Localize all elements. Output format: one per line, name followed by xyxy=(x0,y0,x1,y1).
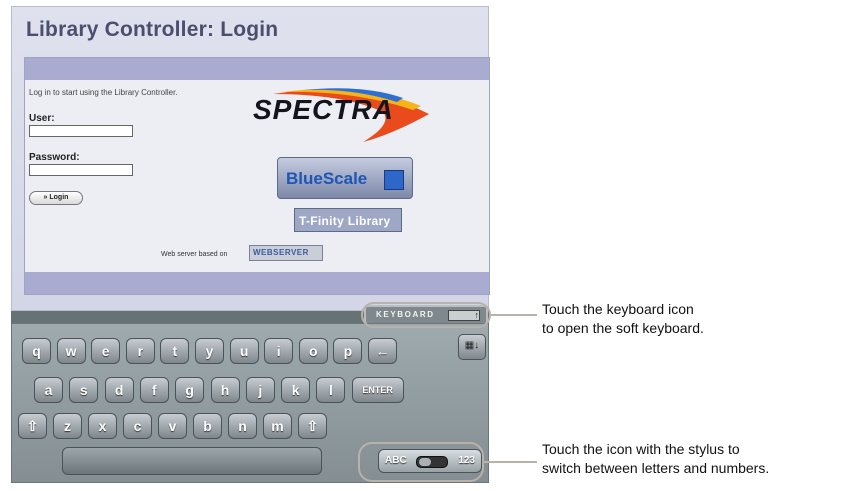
keyboard-callout-line xyxy=(491,314,537,316)
spectra-logo: SPECTRA xyxy=(243,84,433,144)
key-t[interactable]: t xyxy=(160,338,190,364)
spacebar-key[interactable] xyxy=(62,447,322,475)
tfinity-logo: T-Finity Library xyxy=(294,208,402,232)
webserver-caption: Web server based on xyxy=(161,251,228,258)
key-c[interactable]: c xyxy=(123,413,152,439)
mode-callout-line-1: Touch the icon with the stylus to xyxy=(542,441,740,457)
user-label: User: xyxy=(29,113,55,124)
key-r[interactable]: r xyxy=(125,338,155,364)
user-input[interactable] xyxy=(29,125,133,137)
webserver-logo: WEBSERVER xyxy=(249,245,323,261)
key-k[interactable]: k xyxy=(281,377,311,403)
key-s[interactable]: s xyxy=(69,377,99,403)
key-n[interactable]: n xyxy=(228,413,257,439)
tfinity-wordmark: T-Finity Library xyxy=(299,214,391,228)
key-enter[interactable]: ENTER xyxy=(351,377,404,403)
key-l[interactable]: l xyxy=(316,377,346,403)
key-u[interactable]: u xyxy=(229,338,259,364)
hide-keyboard-icon[interactable]: ▦↓ xyxy=(458,334,486,360)
key-g[interactable]: g xyxy=(175,377,205,403)
key-w[interactable]: w xyxy=(56,338,86,364)
mode-callout-line xyxy=(484,461,537,463)
page-title: Library Controller: Login xyxy=(26,18,279,41)
key-f[interactable]: f xyxy=(139,377,169,403)
keyboard-callout-ring xyxy=(361,302,491,328)
key-v[interactable]: v xyxy=(158,413,187,439)
key-q[interactable]: q xyxy=(22,338,51,364)
bluescale-logo: BlueScale xyxy=(277,157,413,199)
key-m[interactable]: m xyxy=(263,413,292,439)
key-shift[interactable]: ⇧ xyxy=(298,413,327,439)
panel-footer-bar xyxy=(25,272,489,294)
mode-callout-line-2: switch between letters and numbers. xyxy=(542,460,770,476)
key-p[interactable]: p xyxy=(333,338,363,364)
key-shift[interactable]: ⇧ xyxy=(18,413,47,439)
bluescale-wordmark: BlueScale xyxy=(286,169,368,188)
key-i[interactable]: i xyxy=(264,338,294,364)
key-o[interactable]: o xyxy=(298,338,328,364)
keyboard-callout-line-2: to open the soft keyboard. xyxy=(542,320,704,336)
login-button[interactable]: » Login xyxy=(29,191,83,205)
key-b[interactable]: b xyxy=(193,413,222,439)
panel-header-bar xyxy=(25,58,489,80)
bluescale-cube-icon xyxy=(384,170,404,190)
password-input[interactable] xyxy=(29,164,133,176)
password-label: Password: xyxy=(29,152,80,163)
mode-callout-ring xyxy=(358,442,484,482)
login-panel: Log in to start using the Library Contro… xyxy=(24,57,490,295)
spectra-wordmark: SPECTRA xyxy=(253,94,394,125)
key-backspace[interactable]: ← xyxy=(368,338,397,364)
key-j[interactable]: j xyxy=(245,377,275,403)
mode-callout-text: Touch the icon with the stylus to switch… xyxy=(542,440,769,478)
keyboard-callout-line-1: Touch the keyboard icon xyxy=(542,301,694,317)
keyboard-callout-text: Touch the keyboard icon to open the soft… xyxy=(542,300,704,338)
webserver-wordmark: WEBSERVER xyxy=(253,248,309,257)
key-d[interactable]: d xyxy=(104,377,134,403)
key-z[interactable]: z xyxy=(53,413,82,439)
key-e[interactable]: e xyxy=(91,338,121,364)
key-x[interactable]: x xyxy=(88,413,117,439)
controller-screen: Library Controller: Login Log in to star… xyxy=(11,6,490,311)
key-y[interactable]: y xyxy=(195,338,224,364)
login-prompt: Log in to start using the Library Contro… xyxy=(29,88,178,97)
key-h[interactable]: h xyxy=(210,377,240,403)
key-a[interactable]: a xyxy=(34,377,63,403)
